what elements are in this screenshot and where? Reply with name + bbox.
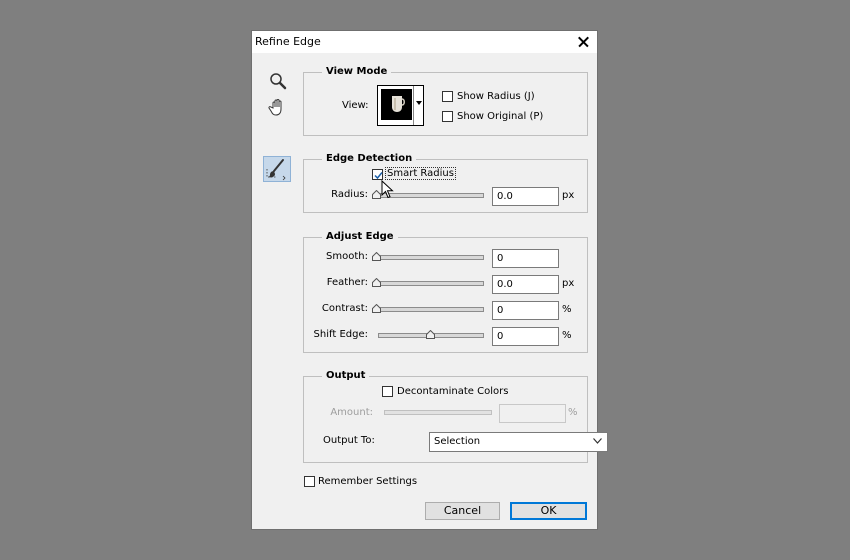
output-to-select[interactable]: Selection xyxy=(429,432,608,452)
decontaminate-colors-checkbox[interactable] xyxy=(382,386,393,397)
contrast-label: Contrast: xyxy=(321,303,368,314)
close-icon[interactable] xyxy=(569,31,597,53)
amount-input xyxy=(499,404,566,423)
contrast-slider-track[interactable] xyxy=(378,307,484,312)
output-to-value: Selection xyxy=(434,436,481,447)
amount-unit: % xyxy=(568,407,578,418)
output-group: Output Decontaminate Colors Amount: % Ou… xyxy=(303,370,608,463)
zoom-tool-icon[interactable] xyxy=(268,71,288,91)
radius-input[interactable]: 0.0 xyxy=(492,187,559,206)
title-bar: Refine Edge xyxy=(252,31,597,53)
show-original-label: Show Original (P) xyxy=(457,111,544,122)
amount-slider-track xyxy=(384,410,492,415)
feather-slider-thumb[interactable] xyxy=(372,278,381,287)
smooth-input[interactable]: 0 xyxy=(492,249,559,268)
view-thumbnail-image xyxy=(381,89,412,120)
radius-label: Radius: xyxy=(331,189,368,200)
shift-edge-input[interactable]: 0 xyxy=(492,327,559,346)
show-radius-checkbox[interactable] xyxy=(442,91,453,102)
contrast-input[interactable]: 0 xyxy=(492,301,559,320)
adjust-edge-group: Adjust Edge Smooth: 0 Feather: 0.0 px Co… xyxy=(303,231,588,353)
remember-settings-label: Remember Settings xyxy=(318,476,418,487)
smooth-slider-thumb[interactable] xyxy=(372,252,381,261)
chevron-down-icon[interactable] xyxy=(413,86,423,125)
radius-slider-thumb[interactable] xyxy=(372,190,381,199)
radius-unit: px xyxy=(562,190,575,201)
output-to-label: Output To: xyxy=(323,435,375,446)
feather-label: Feather: xyxy=(326,277,368,288)
amount-label: Amount: xyxy=(330,407,373,418)
refine-radius-brush-icon[interactable] xyxy=(263,156,291,182)
output-title: Output xyxy=(322,370,370,382)
show-radius-label: Show Radius (J) xyxy=(457,91,535,102)
hand-tool-icon[interactable] xyxy=(268,97,288,117)
smooth-label: Smooth: xyxy=(326,251,368,262)
smooth-slider-track[interactable] xyxy=(378,255,484,260)
adjust-edge-title: Adjust Edge xyxy=(322,231,398,243)
shift-edge-unit: % xyxy=(562,330,572,341)
dialog-title: Refine Edge xyxy=(255,35,321,48)
show-original-checkbox[interactable] xyxy=(442,111,453,122)
edge-detection-group: Edge Detection Smart Radius Radius: 0.0 … xyxy=(303,153,588,213)
contrast-slider-thumb[interactable] xyxy=(372,304,381,313)
remember-settings-checkbox[interactable] xyxy=(304,476,315,487)
shift-edge-slider-thumb[interactable] xyxy=(426,330,435,339)
view-mode-group: View Mode View: Show Radius (J) Show Ori… xyxy=(303,66,588,136)
shift-edge-label: Shift Edge: xyxy=(313,329,368,340)
feather-input[interactable]: 0.0 xyxy=(492,275,559,294)
ok-button[interactable]: OK xyxy=(510,502,587,520)
decontaminate-colors-label: Decontaminate Colors xyxy=(397,386,509,397)
view-mode-title: View Mode xyxy=(322,66,392,78)
feather-unit: px xyxy=(562,278,575,289)
view-mode-picker[interactable] xyxy=(377,85,424,126)
edge-detection-title: Edge Detection xyxy=(322,153,417,165)
refine-edge-dialog: Refine Edge View Mode View: Show Radius … xyxy=(252,31,608,529)
contrast-unit: % xyxy=(562,304,572,315)
cancel-button[interactable]: Cancel xyxy=(425,502,500,520)
smart-radius-checkbox[interactable] xyxy=(372,169,383,180)
smart-radius-label: Smart Radius xyxy=(385,167,456,180)
chevron-down-icon xyxy=(593,438,602,444)
feather-slider-track[interactable] xyxy=(378,281,484,286)
view-label: View: xyxy=(342,100,369,111)
mouse-cursor-icon xyxy=(381,180,394,199)
